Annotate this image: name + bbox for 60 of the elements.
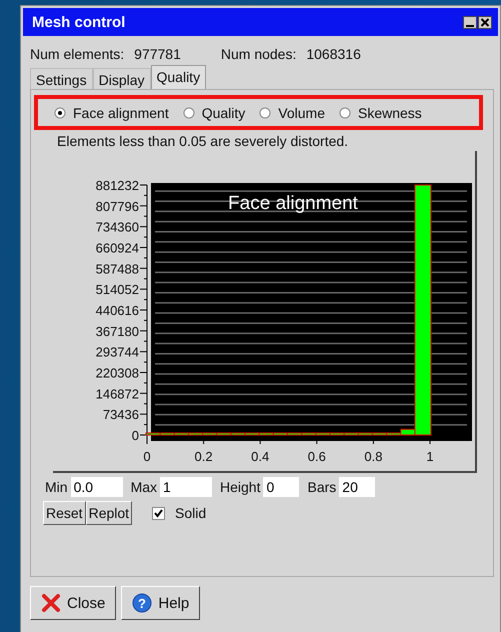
y-tick-label: 881232 (96, 178, 139, 193)
y-tick-label: 807796 (96, 198, 139, 214)
radio-label: Face alignment (73, 105, 169, 121)
field-label: Height (220, 479, 260, 495)
radio-label: Volume (278, 105, 325, 121)
help-icon: ? (132, 593, 152, 613)
checkbox-icon[interactable] (152, 506, 166, 520)
field-label: Bars (307, 479, 336, 495)
metric-radio[interactable]: Volume (259, 105, 325, 121)
y-tick-label: 440616 (96, 303, 139, 318)
number-field[interactable]: 0 (263, 477, 300, 497)
stat-label: Num elements: (30, 46, 124, 62)
y-tick-label: 146872 (96, 386, 139, 402)
action-button[interactable]: Replot (86, 501, 132, 525)
number-field[interactable]: 0.0 (70, 477, 123, 497)
stat-value: 1068316 (306, 46, 361, 62)
number-field[interactable]: 1 (160, 477, 212, 497)
x-tick-label: 0.4 (251, 449, 270, 464)
radio-icon[interactable] (259, 107, 272, 119)
tab[interactable]: Settings (30, 68, 93, 89)
y-tick-label: 293744 (96, 344, 139, 360)
action-button[interactable]: Reset (43, 501, 86, 525)
close-icon[interactable] (478, 16, 492, 28)
window-title: Mesh control (32, 14, 126, 30)
dialog-button[interactable]: ? Help (121, 586, 200, 620)
metric-radio[interactable]: Quality (182, 105, 246, 121)
field-label: Max (130, 479, 158, 495)
metric-radio[interactable]: Face alignment (54, 105, 169, 121)
tab[interactable]: Display (92, 68, 150, 89)
x-tick-label: 0.6 (308, 449, 326, 464)
metric-radio[interactable]: Skewness (339, 105, 422, 121)
y-tick-label: 734360 (96, 220, 139, 235)
checkbox-label: Solid (175, 505, 206, 521)
y-tick-label: 367180 (96, 324, 139, 339)
radio-icon[interactable] (54, 107, 66, 119)
tab[interactable]: Quality (150, 65, 206, 89)
y-tick-label: 660924 (96, 240, 139, 256)
y-tick-label: 220308 (96, 366, 139, 380)
x-tick-label: 0 (143, 449, 151, 464)
radio-label: Skewness (358, 105, 422, 121)
radio-label: Quality (202, 105, 246, 121)
y-tick-label: 587488 (96, 261, 139, 276)
chart-title: Face alignment (228, 193, 358, 214)
radio-icon[interactable] (182, 107, 195, 119)
close-icon (41, 593, 61, 613)
radio-icon[interactable] (339, 107, 351, 119)
minimize-icon[interactable] (463, 16, 477, 28)
y-tick-label: 0 (132, 428, 139, 443)
number-field[interactable]: 20 (339, 477, 376, 497)
stat-label: Num nodes: (220, 46, 296, 62)
stat-value: 977781 (134, 46, 181, 62)
dialog-button[interactable]: Close (30, 586, 116, 620)
field-label: Min (45, 479, 68, 495)
x-tick-label: 0.8 (364, 449, 382, 464)
x-tick-label: 0.2 (194, 449, 213, 464)
y-tick-label: 514052 (96, 282, 139, 298)
x-tick-label: 1 (426, 449, 434, 464)
note-text: Elements less than 0.05 are severely distorted. (56, 132, 350, 149)
solid-checkbox[interactable]: Solid (152, 505, 206, 521)
y-tick-label: 73436 (102, 407, 139, 422)
